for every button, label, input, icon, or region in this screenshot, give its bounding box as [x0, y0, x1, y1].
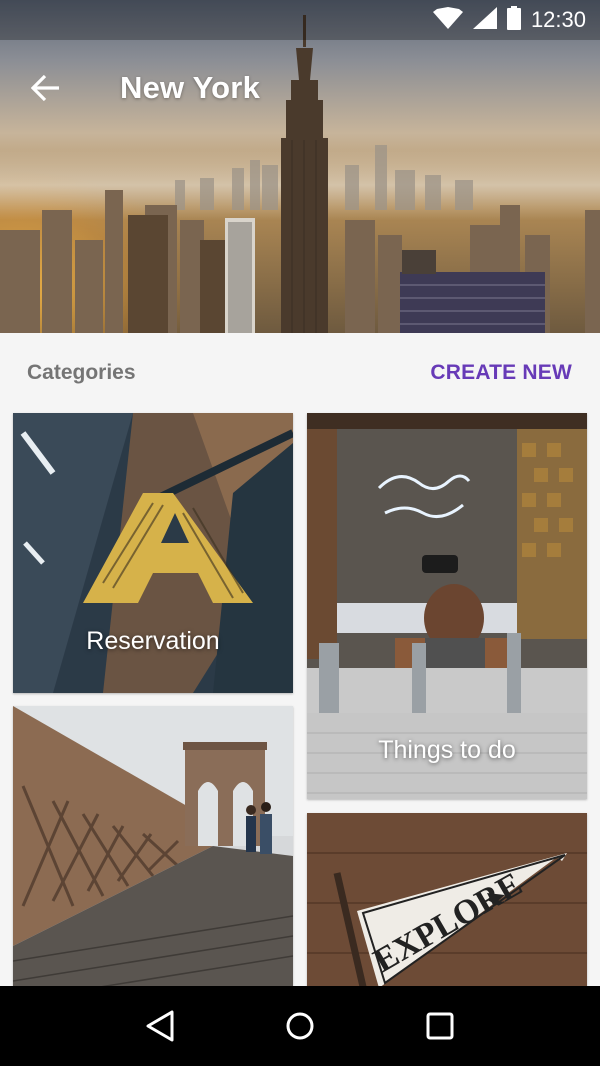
- page-title: New York: [120, 70, 261, 105]
- category-card-explore[interactable]: EXPLORE: [307, 813, 587, 1013]
- home-circle-icon: [286, 1012, 314, 1040]
- explore-card-image: EXPLORE: [307, 813, 587, 1013]
- status-time: 12:30: [530, 7, 586, 32]
- category-label: Reservation: [86, 627, 220, 655]
- nav-back-button[interactable]: [120, 986, 200, 1066]
- app-bar: New York: [0, 40, 600, 136]
- category-label: Things to do: [378, 736, 516, 764]
- system-navigation-bar: [0, 986, 600, 1066]
- category-card-bridge[interactable]: [13, 706, 293, 1006]
- nav-home-button[interactable]: [260, 986, 340, 1066]
- back-button[interactable]: [0, 40, 92, 136]
- create-new-button[interactable]: CREATE NEW: [430, 361, 572, 385]
- nav-recents-button[interactable]: [400, 986, 480, 1066]
- bridge-card-image: [13, 706, 293, 1006]
- arrow-left-icon: [31, 75, 59, 101]
- category-card-reservation[interactable]: Reservation: [13, 413, 293, 693]
- cell-signal-icon: [472, 6, 497, 34]
- battery-icon: [506, 5, 521, 35]
- category-card-things-to-do[interactable]: Things to do: [307, 413, 587, 799]
- hero-image: 12:30 New York: [0, 0, 600, 333]
- back-triangle-icon: [146, 1010, 174, 1042]
- section-title: Categories: [27, 361, 136, 384]
- recents-square-icon: [426, 1012, 454, 1040]
- status-bar: 12:30: [0, 0, 600, 40]
- categories-header: Categories CREATE NEW: [0, 333, 600, 413]
- wifi-icon: [432, 6, 463, 34]
